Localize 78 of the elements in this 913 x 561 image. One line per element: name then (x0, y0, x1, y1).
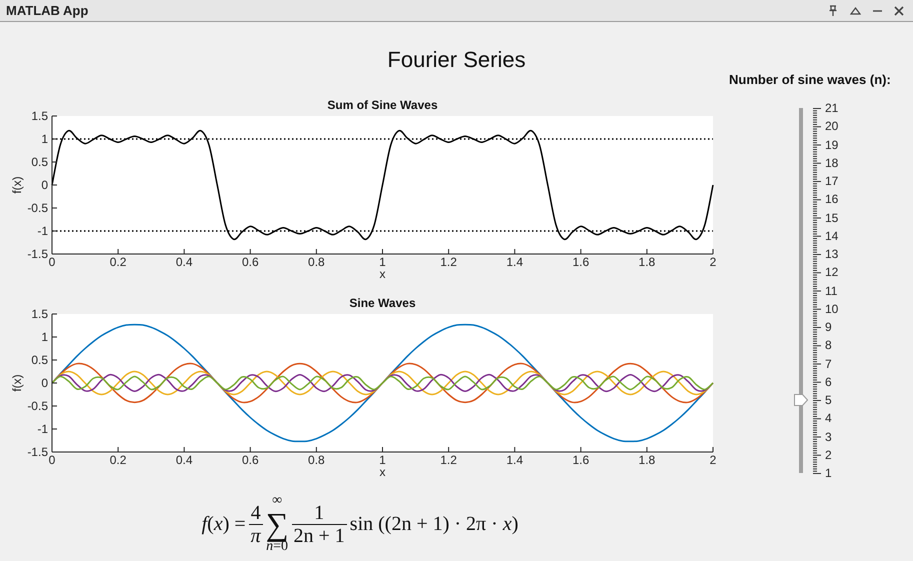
tick-label: -0.5 (27, 201, 48, 215)
axis-label: x (380, 465, 386, 479)
slider-thumb[interactable] (794, 394, 808, 406)
tick-label: 1.4 (506, 255, 524, 269)
tick-label: 0.2 (110, 453, 126, 467)
fraction-denominator: 2n + 1 (292, 524, 347, 546)
slider-tick-label: 19 (825, 138, 838, 152)
chart-title: Sine Waves (349, 296, 416, 310)
tick-label: 0.2 (110, 255, 126, 269)
slider-tick-label: 4 (825, 411, 833, 426)
tick-label: 0.8 (308, 255, 325, 269)
tick-label: 0.4 (176, 453, 193, 467)
slider-tick-label: 12 (825, 265, 838, 280)
axis-label: x (380, 267, 386, 281)
slider-tick-label: 14 (825, 228, 838, 243)
slider-tick-label: 1 (825, 466, 833, 480)
slider-tick-label: 11 (825, 284, 838, 298)
minimize-icon (872, 10, 882, 12)
tick-label: 0.8 (308, 453, 325, 467)
slider-tick-label: 15 (825, 210, 838, 224)
tick-label: 0 (48, 255, 56, 269)
formula-term: sin ((2n + 1) · 2π · x) (350, 512, 518, 536)
tick-label: 0 (41, 376, 48, 390)
tick-label: 1.8 (638, 453, 656, 467)
tick-label: 0 (41, 178, 48, 192)
triangle-icon (850, 6, 860, 14)
slider-tick-label: 10 (825, 302, 838, 316)
tick-label: -1 (37, 224, 48, 238)
slider-tick-label: 8 (825, 338, 833, 352)
tick-label: 1 (379, 453, 386, 467)
fraction-denominator: π (248, 524, 263, 546)
slider-tick-label: 13 (825, 247, 838, 261)
tick-label: 0.5 (31, 353, 48, 367)
tick-label: 1.6 (572, 453, 590, 467)
slider-tick-label: 18 (825, 156, 838, 170)
tick-label: -0.5 (27, 399, 48, 413)
app-heading: Fourier Series (386, 47, 527, 73)
fraction-numerator: 4 (250, 502, 262, 524)
slider-tick-label: 3 (825, 430, 833, 444)
chart-title: Sum of Sine Waves (327, 98, 438, 112)
slider-tick-label: 16 (825, 192, 838, 206)
tick-label: 1.5 (31, 307, 48, 321)
axis-label: f(x) (10, 176, 24, 194)
slider-tick-label: 2 (825, 448, 833, 462)
slider-tick-label: 7 (825, 356, 833, 370)
tick-label: 0.6 (242, 453, 259, 467)
slider-tick-label: 21 (825, 101, 838, 115)
tick-label: 0.4 (176, 255, 193, 269)
tick-label: 1.2 (440, 453, 457, 467)
tick-label: -1.5 (27, 247, 48, 261)
tick-label: 1.5 (31, 109, 48, 123)
axis-label: f(x) (10, 374, 24, 392)
window-title: MATLAB App (6, 3, 88, 18)
slider-tick-label: 6 (825, 374, 833, 389)
tick-label: 1.8 (638, 255, 656, 269)
tick-label: 0.6 (242, 255, 259, 269)
tick-label: 0 (48, 453, 56, 467)
tick-label: 0.5 (31, 155, 48, 169)
slider-tick-label: 17 (825, 174, 838, 188)
pin-icon (829, 5, 837, 16)
slider-tick-label: 5 (825, 393, 833, 407)
tick-label: -1.5 (27, 445, 48, 459)
fraction-numerator: 1 (313, 502, 326, 524)
tick-label: 1 (41, 330, 48, 344)
formula-lhs: f(x) = (202, 512, 246, 536)
tick-label: 1 (379, 255, 386, 269)
tick-label: 1 (41, 132, 48, 146)
slider-tick-label: 20 (825, 119, 838, 134)
tick-label: 1.2 (440, 255, 457, 269)
tick-label: 2 (710, 255, 716, 269)
slider-tick-label: 9 (825, 320, 833, 334)
slider-label: Number of sine waves (n): (729, 73, 891, 87)
tick-label: 2 (710, 453, 716, 467)
tick-label: -1 (37, 422, 48, 436)
tick-label: 1.4 (506, 453, 524, 467)
sum-upper-limit: ∞ (272, 493, 282, 509)
tick-label: 1.6 (572, 255, 590, 269)
close-icon (894, 6, 904, 16)
